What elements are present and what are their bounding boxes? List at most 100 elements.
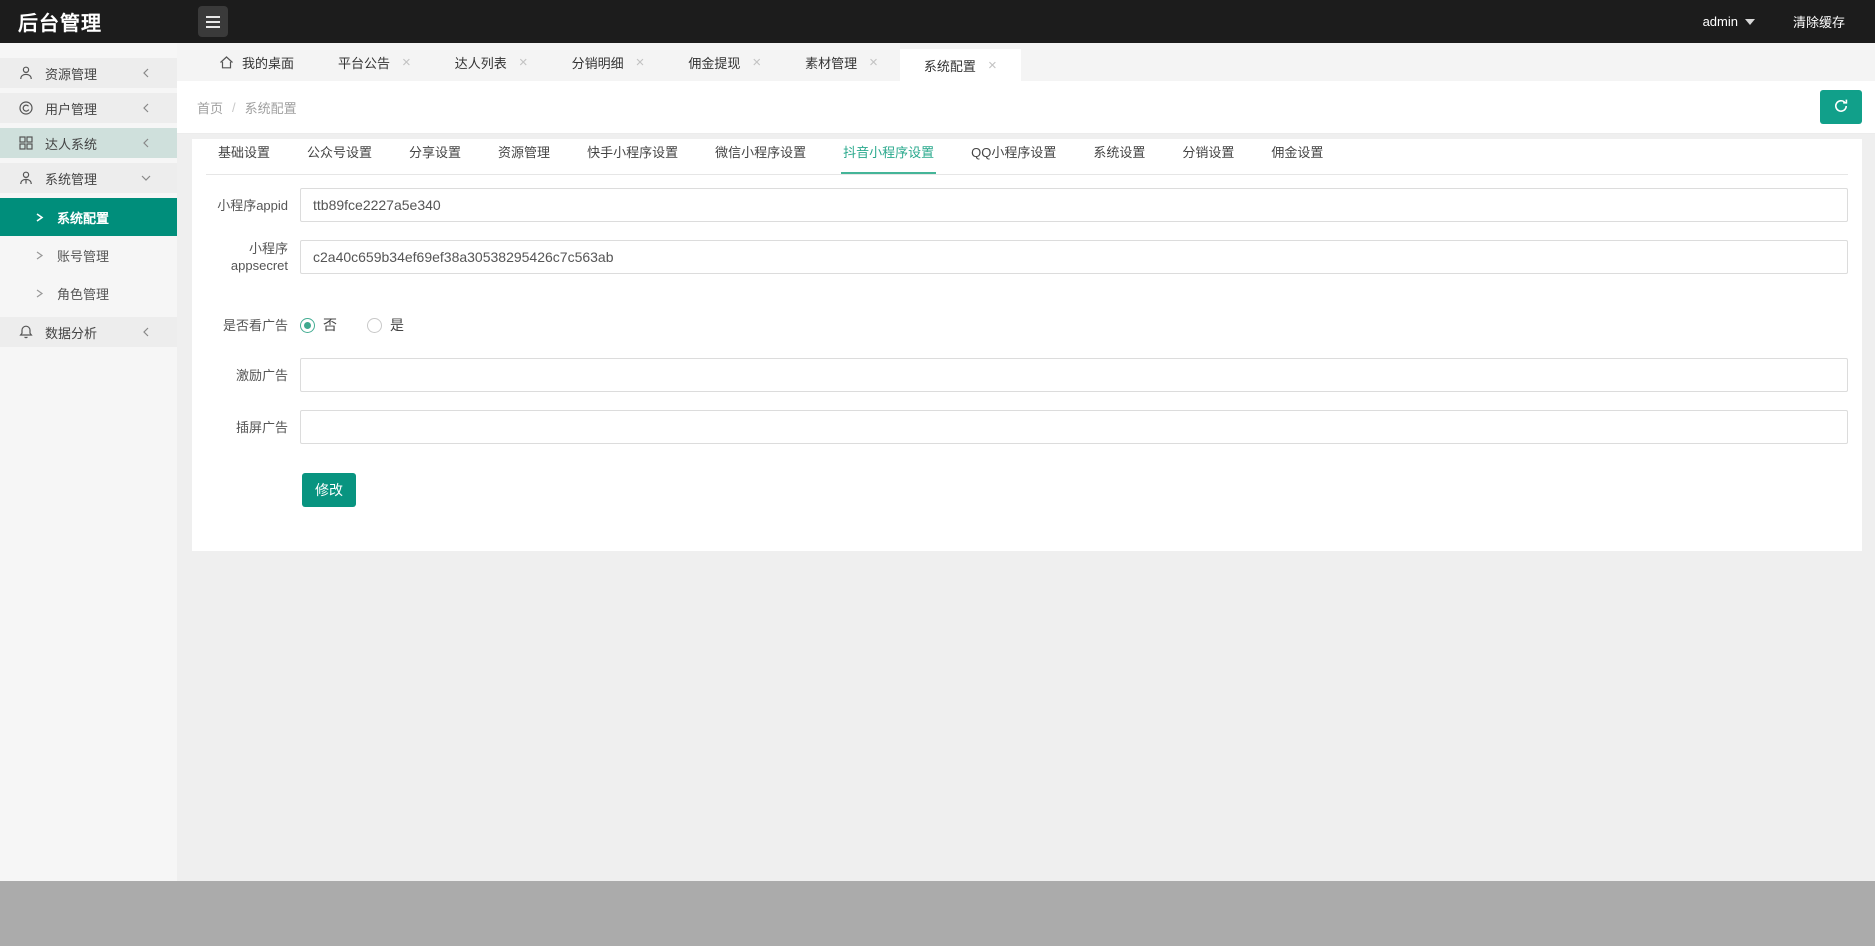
workspace-tab-label: 平台公告 [338, 53, 390, 72]
douyin-miniapp-form: 小程序appid 小程序appsecret 是否看广告 [206, 188, 1848, 507]
interstitial-ad-label: 插屏广告 [206, 419, 288, 436]
breadcrumb-home-link[interactable]: 首页 [197, 98, 223, 117]
tab-kuaishou-miniapp-settings[interactable]: 快手小程序设置 [585, 142, 680, 174]
sidebar-item-label: 资源管理 [45, 64, 97, 83]
submit-row: 修改 [206, 473, 1848, 507]
sidebar-item-talent-system[interactable]: 达人系统 [0, 128, 177, 158]
viewport: 后台管理 admin 清除缓存 资源管理 [0, 0, 1875, 946]
close-icon[interactable]: × [636, 55, 645, 70]
user-menu[interactable]: admin [1703, 14, 1755, 29]
breadcrumb-separator: / [232, 100, 236, 115]
sidebar-subitem-label: 角色管理 [57, 284, 109, 303]
workspace-tab-commission-withdraw[interactable]: 佣金提现 × [666, 43, 783, 81]
grid-icon [18, 135, 34, 151]
breadcrumb-bar: 首页 / 系统配置 [177, 81, 1875, 134]
close-icon[interactable]: × [988, 58, 997, 73]
close-icon[interactable]: × [752, 55, 761, 70]
sidebar-subitem-role-management[interactable]: 角色管理 [0, 274, 177, 312]
radio-option-label: 否 [323, 315, 337, 335]
system-management-submenu: 系统配置 账号管理 角色管理 [0, 198, 177, 312]
workspace-tab-label: 分销明细 [572, 53, 624, 72]
sidebar: 资源管理 用户管理 达人系统 [0, 43, 177, 881]
user-manage-icon [18, 100, 34, 116]
app-title: 后台管理 [18, 7, 102, 36]
chevron-down-icon [141, 173, 151, 183]
refresh-button[interactable] [1820, 90, 1862, 124]
chevron-left-icon [141, 103, 151, 113]
appid-input[interactable] [300, 188, 1848, 222]
tab-official-account-settings[interactable]: 公众号设置 [305, 142, 374, 174]
sidebar-subitem-label: 系统配置 [57, 208, 109, 227]
workspace-tab-desktop[interactable]: 我的桌面 [197, 43, 316, 81]
body-row: 资源管理 用户管理 达人系统 [0, 43, 1875, 881]
sidebar-toggle-button[interactable] [198, 6, 228, 37]
settings-panel: 基础设置 公众号设置 分享设置 资源管理 快手小程序设置 微信小程序设置 抖音小… [192, 139, 1862, 551]
username: admin [1703, 14, 1738, 29]
interstitial-ad-input[interactable] [300, 410, 1848, 444]
close-icon[interactable]: × [402, 55, 411, 70]
arrow-right-icon [35, 213, 44, 222]
workspace-tab-distribution-detail[interactable]: 分销明细 × [550, 43, 667, 81]
close-icon[interactable]: × [519, 55, 528, 70]
submit-button[interactable]: 修改 [302, 473, 356, 507]
appsecret-label: 小程序appsecret [206, 240, 288, 274]
sidebar-item-user-management[interactable]: 用户管理 [0, 93, 177, 123]
form-row-appid: 小程序appid [206, 188, 1848, 222]
reward-ad-input[interactable] [300, 358, 1848, 392]
main-column: 我的桌面 平台公告 × 达人列表 × 分销明细 × 佣金提现 × [177, 43, 1875, 881]
sidebar-item-label: 数据分析 [45, 323, 97, 342]
breadcrumb-current: 系统配置 [245, 98, 297, 117]
form-row-reward-ad: 激励广告 [206, 358, 1848, 392]
close-icon[interactable]: × [869, 55, 878, 70]
tab-douyin-miniapp-settings[interactable]: 抖音小程序设置 [841, 142, 936, 174]
person-icon [18, 65, 34, 81]
workspace-tab-platform-notice[interactable]: 平台公告 × [316, 43, 433, 81]
radio-option-no[interactable]: 否 [300, 315, 337, 335]
tab-share-settings[interactable]: 分享设置 [407, 142, 463, 174]
header-right: admin 清除缓存 [1703, 0, 1845, 43]
workspace-tabstrip: 我的桌面 平台公告 × 达人列表 × 分销明细 × 佣金提现 × [177, 43, 1875, 81]
workspace-tab-talent-list[interactable]: 达人列表 × [433, 43, 550, 81]
workspace-tab-label: 我的桌面 [242, 53, 294, 72]
admin-page: 后台管理 admin 清除缓存 资源管理 [0, 0, 1875, 881]
chevron-left-icon [141, 138, 151, 148]
workspace-tab-material-management[interactable]: 素材管理 × [783, 43, 900, 81]
radio-unchecked-icon [367, 318, 382, 333]
tab-basic-settings[interactable]: 基础设置 [216, 142, 272, 174]
sidebar-item-data-analysis[interactable]: 数据分析 [0, 317, 177, 347]
clear-cache-button[interactable]: 清除缓存 [1793, 12, 1845, 31]
tab-qq-miniapp-settings[interactable]: QQ小程序设置 [969, 142, 1058, 174]
radio-option-yes[interactable]: 是 [367, 315, 404, 335]
content-area: 基础设置 公众号设置 分享设置 资源管理 快手小程序设置 微信小程序设置 抖音小… [177, 134, 1875, 881]
bell-icon [18, 324, 34, 340]
sidebar-item-label: 系统管理 [45, 169, 97, 188]
appsecret-input[interactable] [300, 240, 1848, 274]
workspace-tab-label: 达人列表 [455, 53, 507, 72]
workspace-tab-label: 素材管理 [805, 53, 857, 72]
sidebar-subitem-system-config[interactable]: 系统配置 [0, 198, 177, 236]
sidebar-item-resource-management[interactable]: 资源管理 [0, 58, 177, 88]
refresh-icon [1833, 98, 1849, 117]
workspace-tab-system-config[interactable]: 系统配置 × [900, 49, 1021, 81]
arrow-right-icon [35, 289, 44, 298]
chevron-left-icon [141, 68, 151, 78]
settings-tabs: 基础设置 公众号设置 分享设置 资源管理 快手小程序设置 微信小程序设置 抖音小… [206, 139, 1848, 175]
tab-distribution-settings[interactable]: 分销设置 [1180, 142, 1236, 174]
form-row-interstitial-ad: 插屏广告 [206, 410, 1848, 444]
radio-option-label: 是 [390, 315, 404, 335]
tab-system-settings[interactable]: 系统设置 [1091, 142, 1147, 174]
arrow-right-icon [35, 251, 44, 260]
tab-wechat-miniapp-settings[interactable]: 微信小程序设置 [713, 142, 808, 174]
tab-resource-management[interactable]: 资源管理 [496, 142, 552, 174]
sidebar-item-system-management[interactable]: 系统管理 [0, 163, 177, 193]
appid-label: 小程序appid [206, 197, 288, 214]
watch-ad-label: 是否看广告 [206, 317, 288, 334]
tab-commission-settings[interactable]: 佣金设置 [1269, 142, 1325, 174]
chevron-left-icon [141, 327, 151, 337]
sidebar-item-label: 达人系统 [45, 134, 97, 153]
workspace-tab-label: 佣金提现 [688, 53, 740, 72]
home-icon [219, 55, 234, 70]
sidebar-item-label: 用户管理 [45, 99, 97, 118]
sidebar-subitem-account-management[interactable]: 账号管理 [0, 236, 177, 274]
form-row-watch-ad: 是否看广告 否 是 [206, 308, 1848, 342]
